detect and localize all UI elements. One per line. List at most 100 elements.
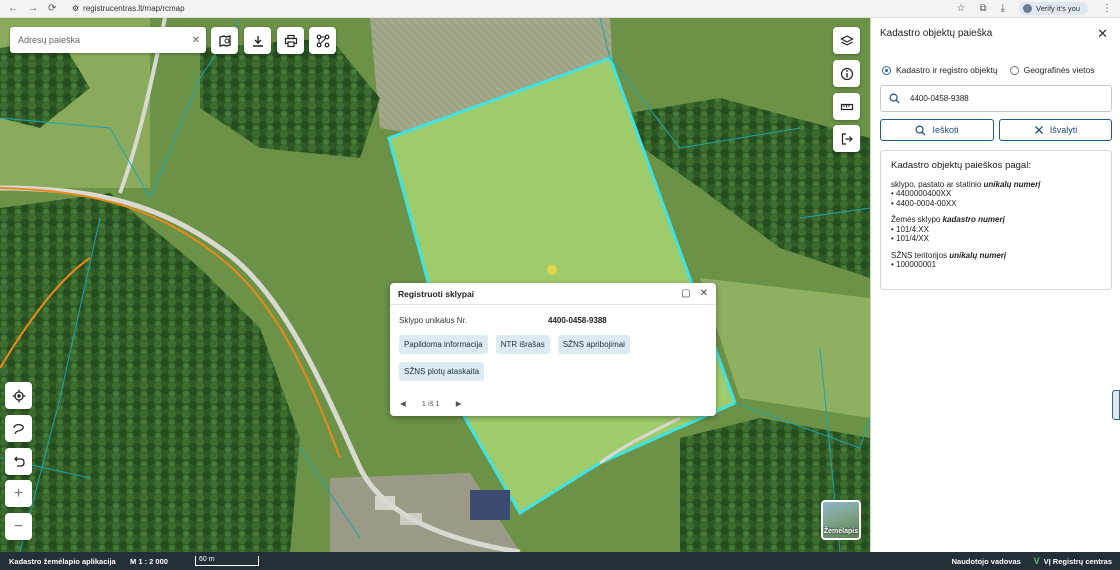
undo-button[interactable] [5, 448, 32, 475]
parcel-id-label: Sklypo unikalus Nr. [399, 316, 468, 325]
print-button[interactable] [277, 27, 304, 54]
registry-logo-icon: V [1033, 556, 1040, 566]
help-g2-item: • 101/4:XX [891, 224, 929, 234]
zoom-in-icon: + [13, 484, 24, 502]
lasso-button[interactable] [5, 415, 32, 442]
help-g1-item: • 4400000400XX [891, 189, 952, 198]
help-g3-emphasis: unikalų numerį [949, 250, 1007, 260]
pager-text: 1 iš 1 [421, 399, 440, 408]
forward-icon[interactable]: → [28, 3, 38, 14]
radio-cadastre-label: Kadastro ir registro objektų [896, 65, 998, 75]
url-text: registrucentras.lt/map/rcmap [83, 4, 185, 13]
browser-nav: ← → ⟳ [0, 3, 72, 14]
clear-search-icon[interactable]: ✕ [192, 35, 200, 46]
extensions-icon[interactable]: ⧉ [979, 3, 986, 14]
cadastre-search-input[interactable]: 4400-0458-9388 [880, 85, 1112, 112]
szns-area-report-button[interactable]: SŽNS plotų ataskaita [399, 362, 485, 381]
help-g3-item: • 100000001 [891, 260, 937, 269]
undo-icon [13, 456, 25, 467]
status-bar: Kadastro žemėlapio aplikacija M 1 : 2 00… [0, 552, 1120, 570]
basemap-switcher[interactable]: Žemėlapis [821, 500, 861, 540]
info-button[interactable] [833, 60, 860, 87]
route-button[interactable] [309, 27, 336, 54]
clear-button[interactable]: Išvalyti [999, 119, 1112, 141]
cadastre-search-value: 4400-0458-9388 [910, 94, 969, 103]
address-bar[interactable]: ⚙ registrucentras.lt/map/rcmap [72, 4, 957, 13]
clear-button-icon [1034, 126, 1043, 134]
radio-cadastre-objects[interactable]: Kadastro ir registro objektų [882, 65, 998, 75]
popup-title: Registruoti sklypai [398, 288, 475, 299]
search-icon [889, 93, 900, 104]
map-book-button[interactable] [211, 27, 238, 54]
side-edge-tab[interactable] [1112, 390, 1120, 420]
basemap-label: Žemėlapis [823, 528, 859, 535]
radio-selected-icon [882, 65, 891, 75]
help-g1-emphasis: unikalų numerį [983, 179, 1041, 189]
cadastre-search-panel: Kadastro objektų paieška ✕ Kadastro ir r… [870, 18, 1120, 552]
zoom-in-button[interactable]: + [5, 480, 32, 507]
download-button[interactable] [244, 27, 271, 54]
map-scale: M 1 : 2 000 [130, 556, 168, 566]
site-info-icon[interactable]: ⚙ [72, 4, 79, 13]
browser-menu-icon[interactable]: ⋮ [1102, 3, 1112, 14]
panel-close-icon[interactable]: ✕ [1097, 26, 1108, 42]
user-guide-link[interactable]: Naudotojo vadovas [952, 557, 1034, 566]
verify-profile-chip[interactable]: Verify it's you [1019, 2, 1088, 15]
back-icon[interactable]: ← [8, 3, 18, 14]
help-g1-item: • 4400-0004-00XX [891, 198, 957, 208]
help-g2-item: • 101/4/XX [891, 234, 929, 243]
pager-next-icon[interactable]: ▶ [456, 399, 462, 408]
zoom-out-icon: − [13, 517, 24, 535]
popup-close-icon[interactable]: ✕ [700, 288, 708, 299]
info-icon [840, 67, 853, 80]
verify-label: Verify it's you [1036, 4, 1080, 13]
help-g2-label: Žemės sklypo [891, 215, 943, 224]
parcel-popup: Registruoti sklypai ▢ ✕ Sklypo unikalus … [390, 283, 716, 416]
app-name: Kadastro žemėlapio aplikacija [9, 556, 116, 566]
popup-header: Registruoti sklypai ▢ ✕ [390, 283, 716, 305]
radio-geographic-places[interactable]: Geografinės vietos [1009, 65, 1094, 75]
map-book-icon [218, 34, 231, 47]
locate-button[interactable] [5, 382, 32, 409]
exit-icon [841, 132, 853, 145]
measure-button[interactable] [833, 93, 860, 120]
parcel-id-value: 4400-0458-9388 [548, 316, 607, 325]
download-icon [252, 35, 263, 47]
radio-unselected-icon [1009, 65, 1019, 75]
search-mode-radios: Kadastro ir registro objektų Geografinės… [882, 65, 1094, 75]
address-search-input[interactable]: Adresų paieška ✕ [10, 27, 206, 53]
additional-info-button[interactable]: Papildoma informacija [399, 335, 488, 354]
layers-button[interactable] [833, 27, 860, 54]
ntr-extract-button[interactable]: NTR išrašas [495, 335, 550, 354]
map-canvas[interactable]: Adresų paieška ✕ + − Žemėlapis Registruo… [0, 18, 870, 552]
help-g1-label: sklypo, pastato ar statinio [891, 179, 984, 189]
exit-button[interactable] [833, 125, 860, 152]
help-group-cadastral-number: Žemės sklypo kadastro numerį • 101/4:XX … [891, 215, 1101, 244]
popup-actions: Papildoma informacija NTR išrašas SŽNS a… [390, 325, 660, 381]
pager-prev-icon[interactable]: ◀ [400, 399, 406, 408]
lasso-icon [12, 423, 24, 434]
panel-title: Kadastro objektų paieška [880, 28, 993, 39]
zoom-out-button[interactable]: − [5, 513, 32, 540]
downloads-icon[interactable]: ⤓ [1001, 3, 1005, 14]
popup-pager: ◀ 1 iš 1 ▶ [400, 399, 462, 408]
bookmark-star-icon[interactable]: ☆ [957, 3, 966, 14]
profile-avatar-icon [1023, 4, 1033, 13]
scale-bar: 60 m [195, 556, 259, 566]
szns-restrictions-button[interactable]: SŽNS apribojimai [557, 335, 630, 354]
reload-icon[interactable]: ⟳ [48, 3, 56, 14]
search-button-label: Ieškoti [932, 125, 959, 135]
browser-bar: ← → ⟳ ⚙ registrucentras.lt/map/rcmap ☆ ⧉… [0, 0, 1120, 18]
address-search-placeholder: Adresų paieška [18, 35, 81, 45]
search-button-icon [915, 125, 927, 136]
help-g3-label: SŽNS teritorijos [891, 250, 950, 260]
search-help-box: Kadastro objektų paieškos pagal: sklypo,… [880, 150, 1112, 290]
route-icon [316, 34, 329, 47]
parcel-id-row: Sklypo unikalus Nr. 4400-0458-9388 [390, 305, 716, 325]
maximize-icon[interactable]: ▢ [681, 288, 690, 299]
search-help-heading: Kadastro objektų paieškos pagal: [891, 160, 1031, 171]
search-button[interactable]: Ieškoti [880, 119, 994, 141]
org-logo[interactable]: V VĮ Registrų centras [1034, 556, 1120, 566]
kadastro-app: ← → ⟳ ⚙ registrucentras.lt/map/rcmap ☆ ⧉… [0, 0, 1120, 570]
help-group-szns-number: SŽNS teritorijos unikalų numerį • 100000… [891, 251, 1101, 270]
